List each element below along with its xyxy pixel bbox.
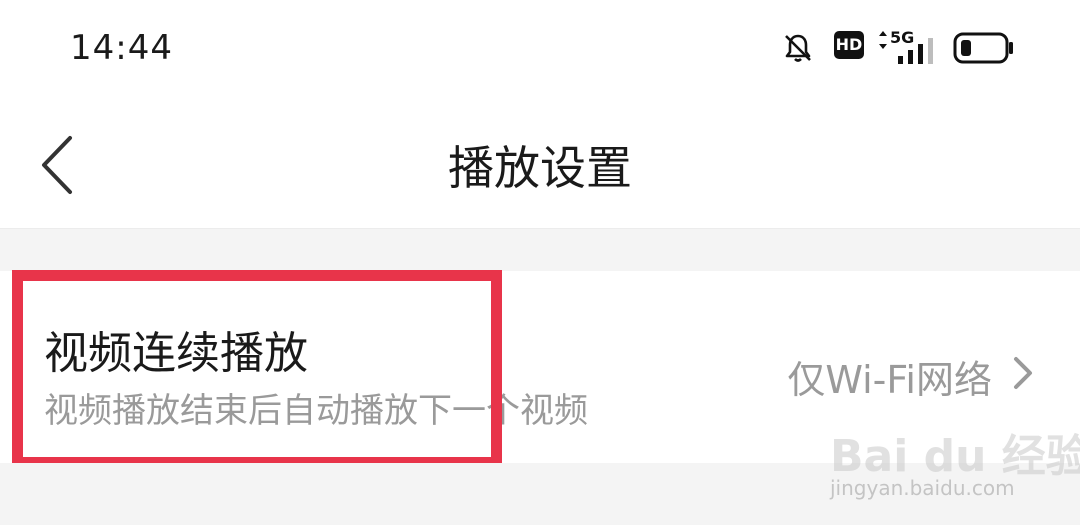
data-arrows-icon bbox=[877, 30, 889, 50]
setting-description: 视频播放结束后自动播放下一个视频 bbox=[44, 391, 588, 431]
hd-icon: HD bbox=[834, 31, 864, 59]
status-time: 14:44 bbox=[70, 28, 173, 68]
setting-title: 视频连续播放 bbox=[44, 328, 308, 379]
status-bar: 14:44 HD 5G bbox=[0, 0, 1080, 100]
setting-row-continuous-play[interactable]: 视频连续播放 视频播放结束后自动播放下一个视频 仅Wi-Fi网络 bbox=[0, 271, 1080, 463]
bell-muted-icon bbox=[780, 30, 816, 66]
battery-icon bbox=[953, 32, 1015, 64]
page-title: 播放设置 bbox=[448, 141, 632, 195]
nav-bar: 播放设置 bbox=[0, 100, 1080, 229]
status-icons: HD 5G bbox=[780, 26, 1040, 70]
bottom-divider bbox=[0, 463, 1080, 525]
setting-value: 仅Wi-Fi网络 bbox=[787, 358, 992, 402]
section-divider bbox=[0, 229, 1080, 271]
signal-5g-icon bbox=[896, 38, 940, 64]
chevron-right-icon bbox=[1014, 357, 1032, 389]
